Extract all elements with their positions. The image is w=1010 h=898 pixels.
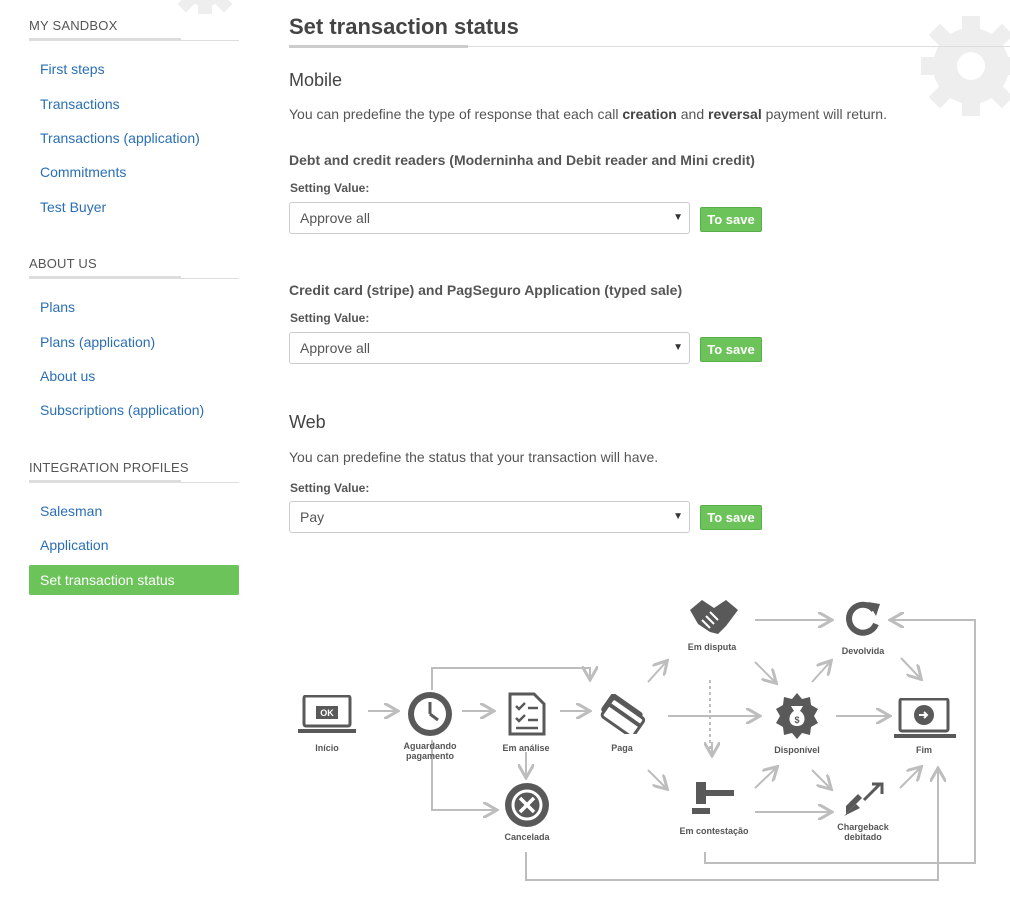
sidebar-item-transactions-application[interactable]: Transactions (application) xyxy=(29,123,239,153)
readers-save-button[interactable]: To save xyxy=(700,207,762,232)
transaction-status-flow-diagram: OK Início Aguardando pagamento Em anális… xyxy=(290,590,990,890)
gavel-icon xyxy=(692,782,734,814)
sidebar-section-my-sandbox: MY SANDBOX xyxy=(29,18,239,41)
flow-label-paga: Paga xyxy=(611,743,633,753)
laptop-completed-icon xyxy=(894,698,956,738)
credit-card-group-title: Credit card (stripe) and PagSeguro Appli… xyxy=(289,282,683,298)
flow-label-fim: Fim xyxy=(915,745,932,755)
flow-label-inicio: Início xyxy=(315,743,339,753)
web-save-button[interactable]: To save xyxy=(700,505,762,530)
web-setting-label: Setting Value: xyxy=(290,481,370,495)
readers-group-title: Debt and credit readers (Moderninha and … xyxy=(289,152,755,168)
flow-label-devolvida: Devolvida xyxy=(841,646,885,656)
flow-label-aguardando-pagamento: Aguardando pagamento xyxy=(403,741,457,761)
flow-label-cancelada: Cancelada xyxy=(504,832,550,842)
web-setting-select[interactable]: Pay ▼ xyxy=(289,501,690,533)
page-title: Set transaction status xyxy=(289,14,519,39)
credit-card-setting-select[interactable]: Approve all ▼ xyxy=(289,332,690,364)
flow-label-em-disputa: Em disputa xyxy=(687,642,737,652)
sidebar-section-integration-profiles: INTEGRATION PROFILES xyxy=(29,460,239,483)
sidebar-item-application[interactable]: Application xyxy=(29,530,239,560)
credit-cards-icon xyxy=(600,694,646,734)
sidebar-item-set-transaction-status[interactable]: Set transaction status xyxy=(29,565,239,595)
laptop-icon: OK xyxy=(298,695,356,733)
credit-card-setting-label: Setting Value: xyxy=(290,311,370,325)
sidebar-item-subscriptions-application[interactable]: Subscriptions (application) xyxy=(29,395,239,425)
title-underline xyxy=(289,45,468,48)
sidebar-item-plans[interactable]: Plans xyxy=(29,292,239,322)
web-description: You can predefine the status that your t… xyxy=(289,449,659,465)
sidebar-item-commitments[interactable]: Commitments xyxy=(29,157,239,187)
gear-decoration-icon xyxy=(921,16,1010,116)
checklist-document-icon xyxy=(508,692,546,736)
chargeback-arrows-icon xyxy=(844,782,884,816)
handshake-icon xyxy=(690,600,738,634)
web-setting-value: Pay xyxy=(300,509,325,525)
flow-label-disponivel: Disponível xyxy=(774,745,820,755)
sidebar-item-transactions[interactable]: Transactions xyxy=(29,89,239,119)
credit-card-setting-value: Approve all xyxy=(300,340,371,356)
cancel-icon xyxy=(505,783,549,827)
sidebar-item-test-buyer[interactable]: Test Buyer xyxy=(29,192,239,222)
sidebar-section-about-us: ABOUT US xyxy=(29,256,239,279)
flow-label-chargeback-debitado: Chargeback debitado xyxy=(837,822,889,842)
sidebar-item-plans-application[interactable]: Plans (application) xyxy=(29,327,239,357)
mobile-section-title: Mobile xyxy=(289,70,343,90)
sidebar-item-first-steps[interactable]: First steps xyxy=(29,54,239,84)
refresh-icon xyxy=(846,601,880,636)
clock-icon xyxy=(408,692,452,736)
mobile-description: You can predefine the type of response t… xyxy=(289,106,887,122)
flow-label-em-analise: Em análise xyxy=(502,743,550,753)
dropdown-arrow-icon: ▼ xyxy=(673,342,683,353)
readers-setting-value: Approve all xyxy=(300,210,371,226)
sidebar-item-about-us[interactable]: About us xyxy=(29,361,239,391)
dropdown-arrow-icon: ▼ xyxy=(673,511,683,522)
ok-badge-text: OK xyxy=(320,708,334,718)
dropdown-arrow-icon: ▼ xyxy=(673,212,683,223)
readers-setting-label: Setting Value: xyxy=(290,181,370,195)
flow-arrows xyxy=(368,590,976,881)
sidebar-item-salesman[interactable]: Salesman xyxy=(29,496,239,526)
readers-setting-select[interactable]: Approve all ▼ xyxy=(289,202,690,234)
svg-text:$: $ xyxy=(794,715,799,725)
flow-label-em-contestacao: Em contestação xyxy=(679,826,749,836)
money-bag-seal-icon: $ xyxy=(776,693,818,739)
credit-card-save-button[interactable]: To save xyxy=(700,337,762,362)
web-section-title: Web xyxy=(289,412,326,432)
